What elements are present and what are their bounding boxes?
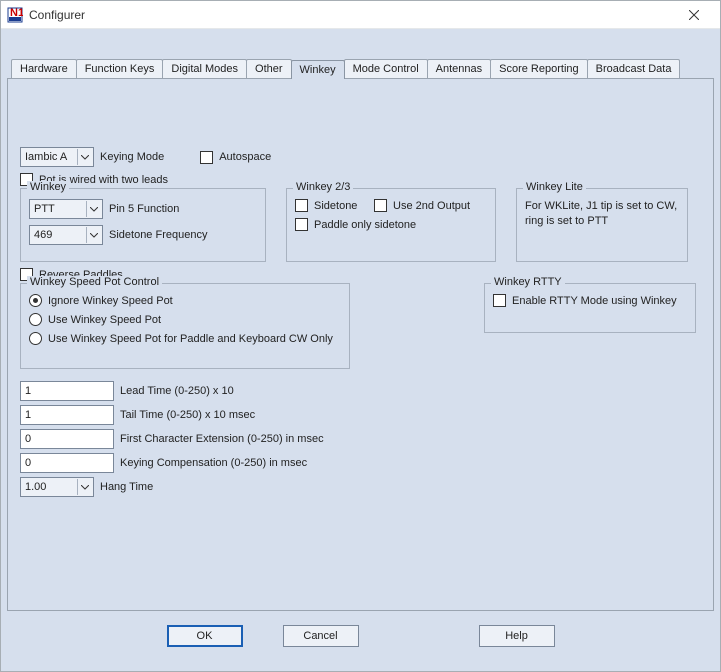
tab-winkey[interactable]: Winkey <box>291 60 345 79</box>
group-rtty-legend: Winkey RTTY <box>491 276 565 288</box>
lead-time-input[interactable] <box>20 381 114 401</box>
speed-pot-label-paddle-only: Use Winkey Speed Pot for Paddle and Keyb… <box>48 333 333 345</box>
enable-rtty-label: Enable RTTY Mode using Winkey <box>512 295 677 307</box>
use-2nd-output-label: Use 2nd Output <box>393 200 470 212</box>
sidetone-freq-select[interactable]: 469 <box>29 225 103 245</box>
group-winkey-legend: Winkey <box>27 181 69 193</box>
tab-hardware[interactable]: Hardware <box>11 59 77 78</box>
speed-pot-label-ignore: Ignore Winkey Speed Pot <box>48 295 173 307</box>
group-winkey23: Winkey 2/3 Sidetone Use 2nd Output Paddl… <box>286 188 496 262</box>
hang-time-value: 1.00 <box>25 481 46 493</box>
hang-time-label: Hang Time <box>100 481 153 493</box>
group-winkey: Winkey PTT Pin 5 Function 469 <box>20 188 266 262</box>
tab-function-keys[interactable]: Function Keys <box>76 59 164 78</box>
cancel-button[interactable]: Cancel <box>283 625 359 647</box>
chevron-down-icon <box>77 149 91 165</box>
winkey-lite-text: For WKLite, J1 tip is set to CW, ring is… <box>525 199 679 230</box>
tail-time-label: Tail Time (0-250) x 10 msec <box>120 409 255 421</box>
app-icon: N1 <box>7 7 23 23</box>
pin5-label: Pin 5 Function <box>109 203 179 215</box>
chevron-down-icon <box>77 479 91 495</box>
paddle-only-sidetone-label: Paddle only sidetone <box>314 219 416 231</box>
keying-comp-input[interactable] <box>20 453 114 473</box>
sidetone-label: Sidetone <box>314 200 368 212</box>
keying-mode-label: Keying Mode <box>100 151 164 163</box>
lead-time-label: Lead Time (0-250) x 10 <box>120 385 234 397</box>
speed-pot-option-ignore[interactable] <box>29 294 42 307</box>
tab-antennas[interactable]: Antennas <box>427 59 491 78</box>
ok-button[interactable]: OK <box>167 625 243 647</box>
speed-pot-option-paddle-only[interactable] <box>29 332 42 345</box>
titlebar: N1 Configurer <box>1 1 720 29</box>
dialog-buttons: OK Cancel Help <box>7 611 714 661</box>
autospace-label: Autospace <box>219 151 271 163</box>
tab-panel-winkey: Iambic A Keying Mode Autospace Pot is wi… <box>7 78 714 611</box>
group-winkey-lite-legend: Winkey Lite <box>523 181 586 193</box>
tab-score-reporting[interactable]: Score Reporting <box>490 59 588 78</box>
autospace-checkbox[interactable] <box>200 151 213 164</box>
tail-time-input[interactable] <box>20 405 114 425</box>
chevron-down-icon <box>86 201 100 217</box>
help-button[interactable]: Help <box>479 625 555 647</box>
window-title: Configurer <box>29 8 674 22</box>
pin5-select[interactable]: PTT <box>29 199 103 219</box>
tab-broadcast-data[interactable]: Broadcast Data <box>587 59 681 78</box>
tab-strip: Hardware Function Keys Digital Modes Oth… <box>11 59 714 78</box>
close-button[interactable] <box>674 3 714 27</box>
tab-digital-modes[interactable]: Digital Modes <box>162 59 247 78</box>
use-2nd-output-checkbox[interactable] <box>374 199 387 212</box>
tab-other[interactable]: Other <box>246 59 292 78</box>
speed-pot-label-use: Use Winkey Speed Pot <box>48 314 161 326</box>
content: Hardware Function Keys Digital Modes Oth… <box>1 29 720 671</box>
paddle-only-sidetone-checkbox[interactable] <box>295 218 308 231</box>
group-winkey23-legend: Winkey 2/3 <box>293 181 353 193</box>
group-speed-pot: Winkey Speed Pot Control Ignore Winkey S… <box>20 283 350 369</box>
sidetone-freq-label: Sidetone Frequency <box>109 229 207 241</box>
group-rtty: Winkey RTTY Enable RTTY Mode using Winke… <box>484 283 696 333</box>
window: N1 Configurer Hardware Function Keys Dig… <box>0 0 721 672</box>
enable-rtty-checkbox[interactable] <box>493 294 506 307</box>
sidetone-freq-value: 469 <box>34 229 52 241</box>
tab-mode-control[interactable]: Mode Control <box>344 59 428 78</box>
first-char-ext-input[interactable] <box>20 429 114 449</box>
sidetone-checkbox[interactable] <box>295 199 308 212</box>
speed-pot-option-use[interactable] <box>29 313 42 326</box>
group-speed-pot-legend: Winkey Speed Pot Control <box>27 276 162 288</box>
keying-mode-value: Iambic A <box>25 151 67 163</box>
keying-mode-select[interactable]: Iambic A <box>20 147 94 167</box>
pin5-value: PTT <box>34 203 55 215</box>
hang-time-select[interactable]: 1.00 <box>20 477 94 497</box>
first-char-ext-label: First Character Extension (0-250) in mse… <box>120 433 324 445</box>
group-winkey-lite: Winkey Lite For WKLite, J1 tip is set to… <box>516 188 688 262</box>
chevron-down-icon <box>86 227 100 243</box>
keying-comp-label: Keying Compensation (0-250) in msec <box>120 457 307 469</box>
